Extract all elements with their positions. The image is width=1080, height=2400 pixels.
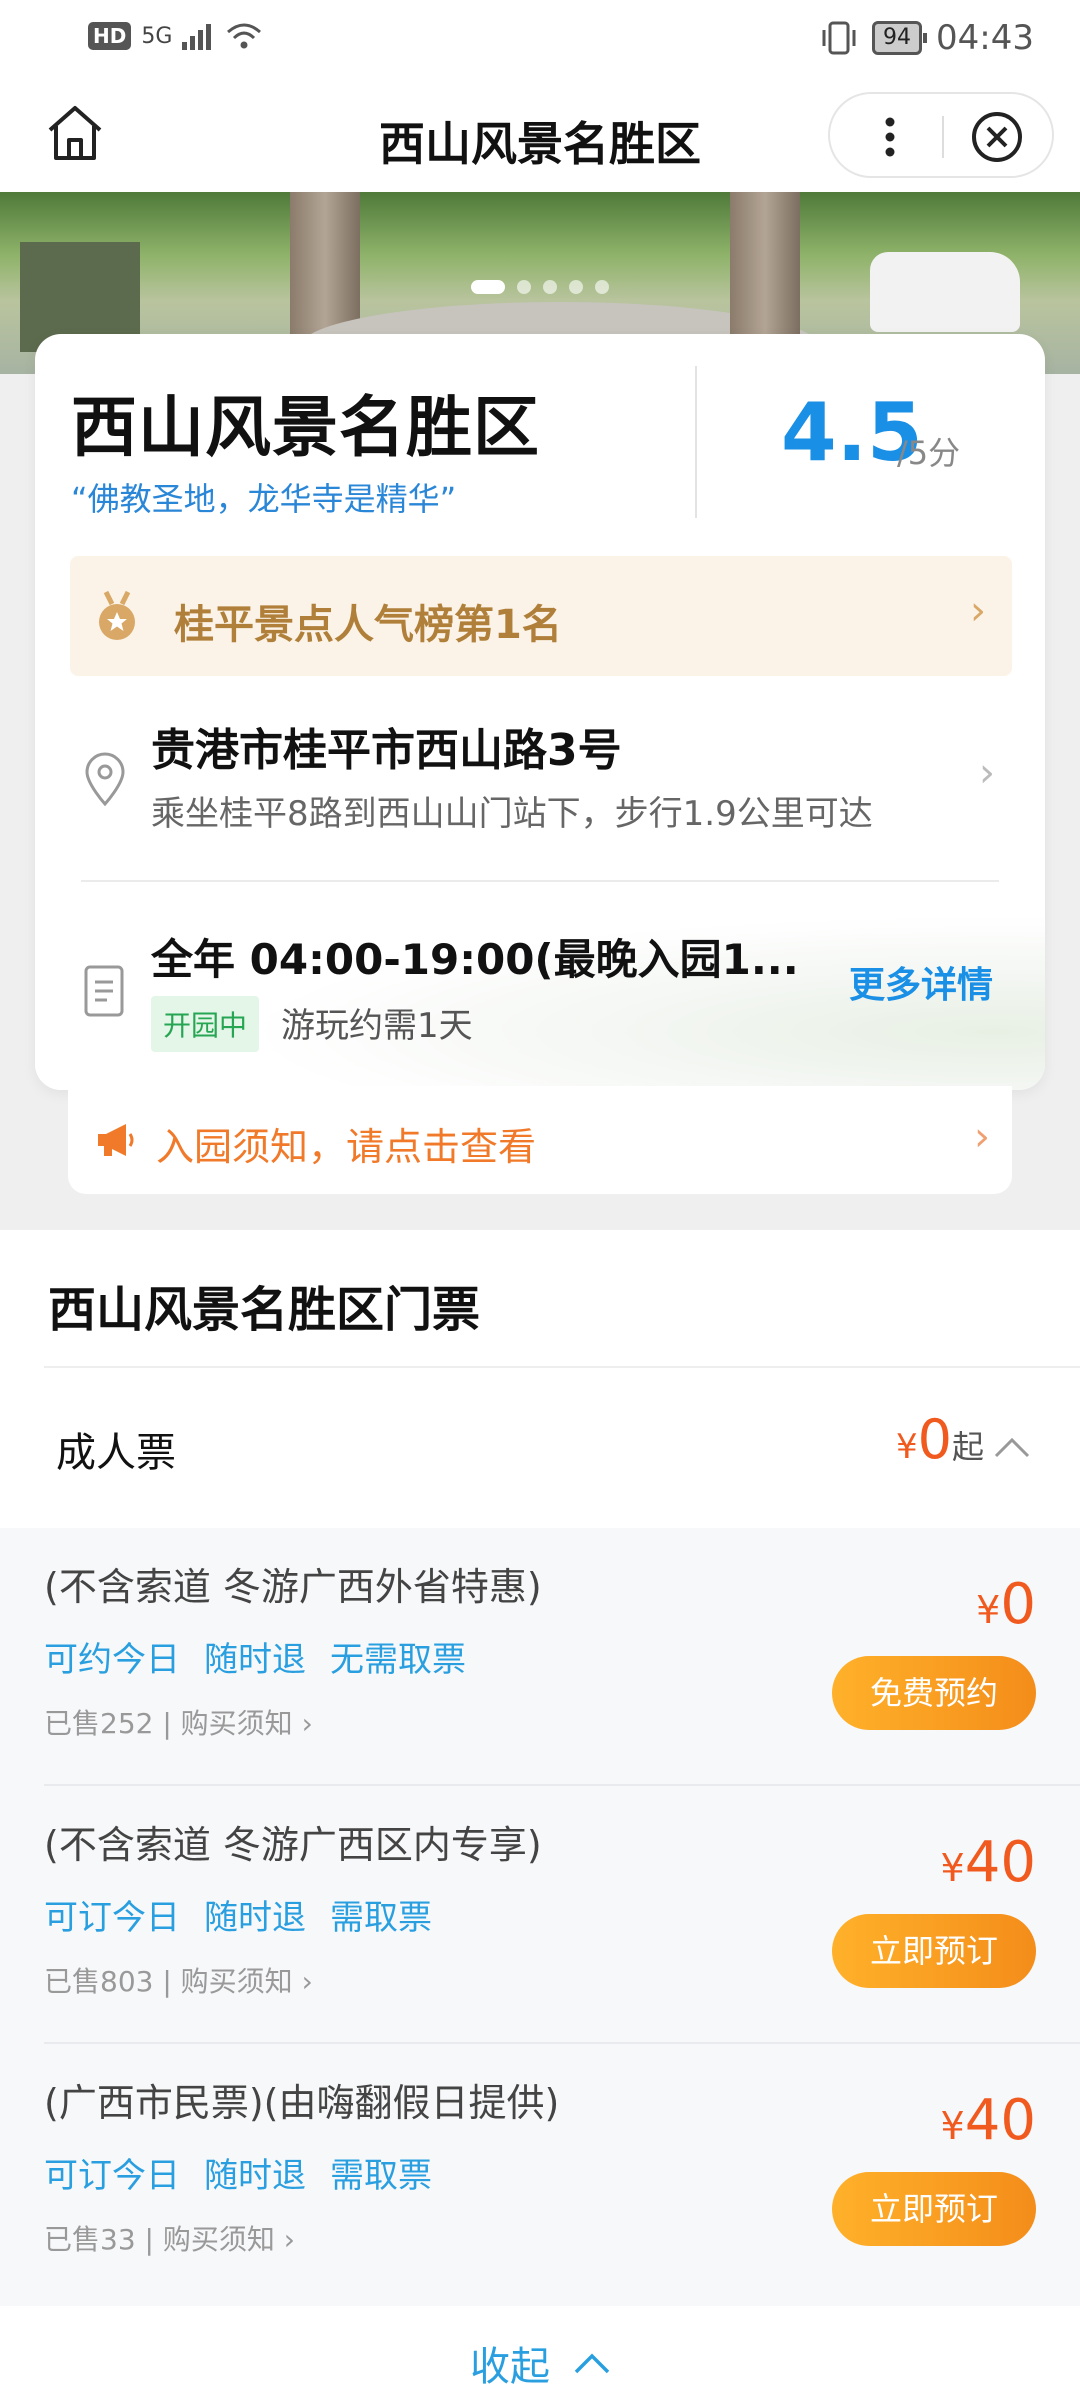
rating-unit: /5分: [897, 434, 961, 472]
ticket-tag: 随时退: [204, 2156, 306, 2196]
category-price: ¥0起: [896, 1408, 984, 1471]
category-label: 成人票: [56, 1430, 176, 1476]
sold-text: 已售803 | 购买须知: [44, 1965, 293, 1998]
hd-indicator: HD: [88, 22, 132, 50]
app-header: 西山风景名胜区: [0, 80, 1080, 192]
book-now-button[interactable]: 立即预订: [832, 1914, 1036, 1988]
chevron-right-icon: ›: [979, 750, 995, 796]
ticket-sold-info[interactable]: 已售33 | 购买须知 ›: [44, 2218, 295, 2258]
ticket-price: ¥0: [976, 1572, 1036, 1637]
ticket-sold-info[interactable]: 已售252 | 购买须知 ›: [44, 1702, 313, 1742]
tickets-title: 西山风景名胜区门票: [48, 1282, 481, 1338]
ticket-tag: 需取票: [330, 2156, 432, 2196]
collapse-label: 收起: [470, 2344, 550, 2390]
currency-symbol: ¥: [976, 1588, 1001, 1632]
ticket-tag: 无需取票: [330, 1640, 466, 1680]
ticket-tag: 随时退: [204, 1640, 306, 1680]
ticket-name: (不含索道 冬游广西区内专享): [44, 1823, 542, 1867]
status-bar: HD 5G 94 04:43: [0, 0, 1080, 80]
directions-text: 乘坐桂平8路到西山山门站下，步行1.9公里可达: [151, 794, 873, 834]
opening-hours: 全年 04:00-19:00(最晚入园1...: [151, 935, 799, 984]
more-details-link[interactable]: 更多详情: [849, 956, 993, 1008]
megaphone-icon: [98, 1124, 134, 1156]
chevron-right-icon: ›: [970, 588, 986, 634]
close-icon[interactable]: [970, 110, 1024, 164]
ticket-tags: 可约今日 随时退 无需取票: [44, 1632, 466, 1681]
status-left: HD 5G: [88, 22, 262, 50]
ticket-item[interactable]: (不含索道 冬游广西外省特惠) 可约今日 随时退 无需取票 已售252 | 购买…: [0, 1528, 1080, 1786]
ticket-tag: 需取票: [330, 1898, 432, 1938]
play-duration: 游玩约需1天: [281, 1006, 473, 1046]
ticket-tags: 可订今日 随时退 需取票: [44, 1890, 432, 1939]
address-text: 贵港市桂平市西山路3号: [151, 725, 622, 776]
ticket-tag: 可约今日: [44, 1640, 180, 1680]
ticket-price: ¥40: [941, 2088, 1036, 2153]
currency-symbol: ¥: [940, 2104, 965, 2148]
sold-text: 已售252 | 购买须知: [44, 1707, 293, 1740]
price-value: 0: [1000, 1572, 1036, 1637]
document-icon: [84, 965, 124, 1017]
scenic-info-card: 西山风景名胜区 “佛教圣地，龙华寺是精华” 4.5 /5分 桂平景点人气榜第1名…: [35, 334, 1045, 1090]
chevron-up-icon: [574, 2353, 610, 2374]
ticket-name: (广西市民票)(由嗨翻假日提供): [44, 2081, 560, 2125]
card-divider: [695, 366, 697, 518]
mini-program-capsule: [828, 92, 1054, 178]
hours-row[interactable]: 全年 04:00-19:00(最晚入园1... 开园中 游玩约需1天 更多详情: [35, 882, 1045, 1090]
ticket-price: ¥40: [941, 1830, 1036, 1895]
price-suffix: 起: [951, 1428, 984, 1466]
address-row[interactable]: 贵港市桂平市西山路3号 乘坐桂平8路到西山山门站下，步行1.9公里可达 ›: [35, 676, 1045, 876]
ticket-tag: 可订今日: [44, 2156, 180, 2196]
ticket-sold-info[interactable]: 已售803 | 购买须知 ›: [44, 1960, 313, 2000]
price-value: 40: [964, 2088, 1036, 2153]
rank-text: 桂平景点人气榜第1名: [174, 602, 562, 648]
ticket-tag: 可订今日: [44, 1898, 180, 1938]
rank-bar[interactable]: 桂平景点人气榜第1名 ›: [70, 556, 1012, 676]
ticket-list: (不含索道 冬游广西外省特惠) 可约今日 随时退 无需取票 已售252 | 购买…: [0, 1528, 1080, 2306]
book-now-button[interactable]: 立即预订: [832, 2172, 1036, 2246]
medal-icon: [99, 590, 135, 640]
clock: 04:43: [936, 18, 1034, 58]
capsule-divider: [942, 116, 944, 158]
battery-indicator: 94: [872, 21, 928, 55]
sold-text: 已售33 | 购买须知: [44, 2223, 275, 2256]
network-type: 5G: [141, 23, 173, 49]
ticket-item[interactable]: (不含索道 冬游广西区内专享) 可订今日 随时退 需取票 已售803 | 购买须…: [0, 1786, 1080, 2044]
ticket-category-adult[interactable]: 成人票 ¥0起: [0, 1368, 1080, 1528]
carousel-dot[interactable]: [569, 280, 583, 294]
scenic-slogan: “佛教圣地，龙华寺是精华”: [71, 480, 457, 518]
more-icon[interactable]: [870, 112, 910, 162]
location-pin-icon: [85, 752, 125, 806]
price-value: 0: [917, 1408, 952, 1471]
chevron-up-icon[interactable]: [992, 1432, 1032, 1462]
chevron-right-icon: ›: [974, 1114, 990, 1160]
status-badge: 开园中: [151, 996, 260, 1052]
ticket-name: (不含索道 冬游广西外省特惠): [44, 1565, 542, 1609]
carousel-dot[interactable]: [543, 280, 557, 294]
tickets-section: 西山风景名胜区门票 成人票 ¥0起 (不含索道 冬游广西外省特惠) 可约今日 随…: [0, 1230, 1080, 2400]
carousel-indicator: [0, 280, 1080, 294]
notice-text: 入园须知，请点击查看: [156, 1125, 537, 1169]
ticket-tag: 随时退: [204, 1898, 306, 1938]
carousel-dot[interactable]: [517, 280, 531, 294]
price-value: 40: [964, 1830, 1036, 1895]
free-reserve-button[interactable]: 免费预约: [832, 1656, 1036, 1730]
carousel-dot[interactable]: [471, 280, 505, 294]
wifi-icon: [227, 23, 262, 49]
entry-notice-bar[interactable]: 入园须知，请点击查看 ›: [68, 1086, 1012, 1194]
vibrate-icon: [822, 21, 856, 55]
collapse-toggle[interactable]: 收起: [0, 2306, 1080, 2400]
ticket-tags: 可订今日 随时退 需取票: [44, 2148, 432, 2197]
ticket-item[interactable]: (广西市民票)(由嗨翻假日提供) 可订今日 随时退 需取票 已售33 | 购买须…: [0, 2044, 1080, 2302]
scenic-name: 西山风景名胜区: [71, 389, 540, 466]
carousel-dot[interactable]: [595, 280, 609, 294]
currency-symbol: ¥: [895, 1427, 918, 1467]
currency-symbol: ¥: [940, 1846, 965, 1890]
status-right: 94 04:43: [820, 18, 1034, 58]
signal-icon: [182, 24, 212, 50]
